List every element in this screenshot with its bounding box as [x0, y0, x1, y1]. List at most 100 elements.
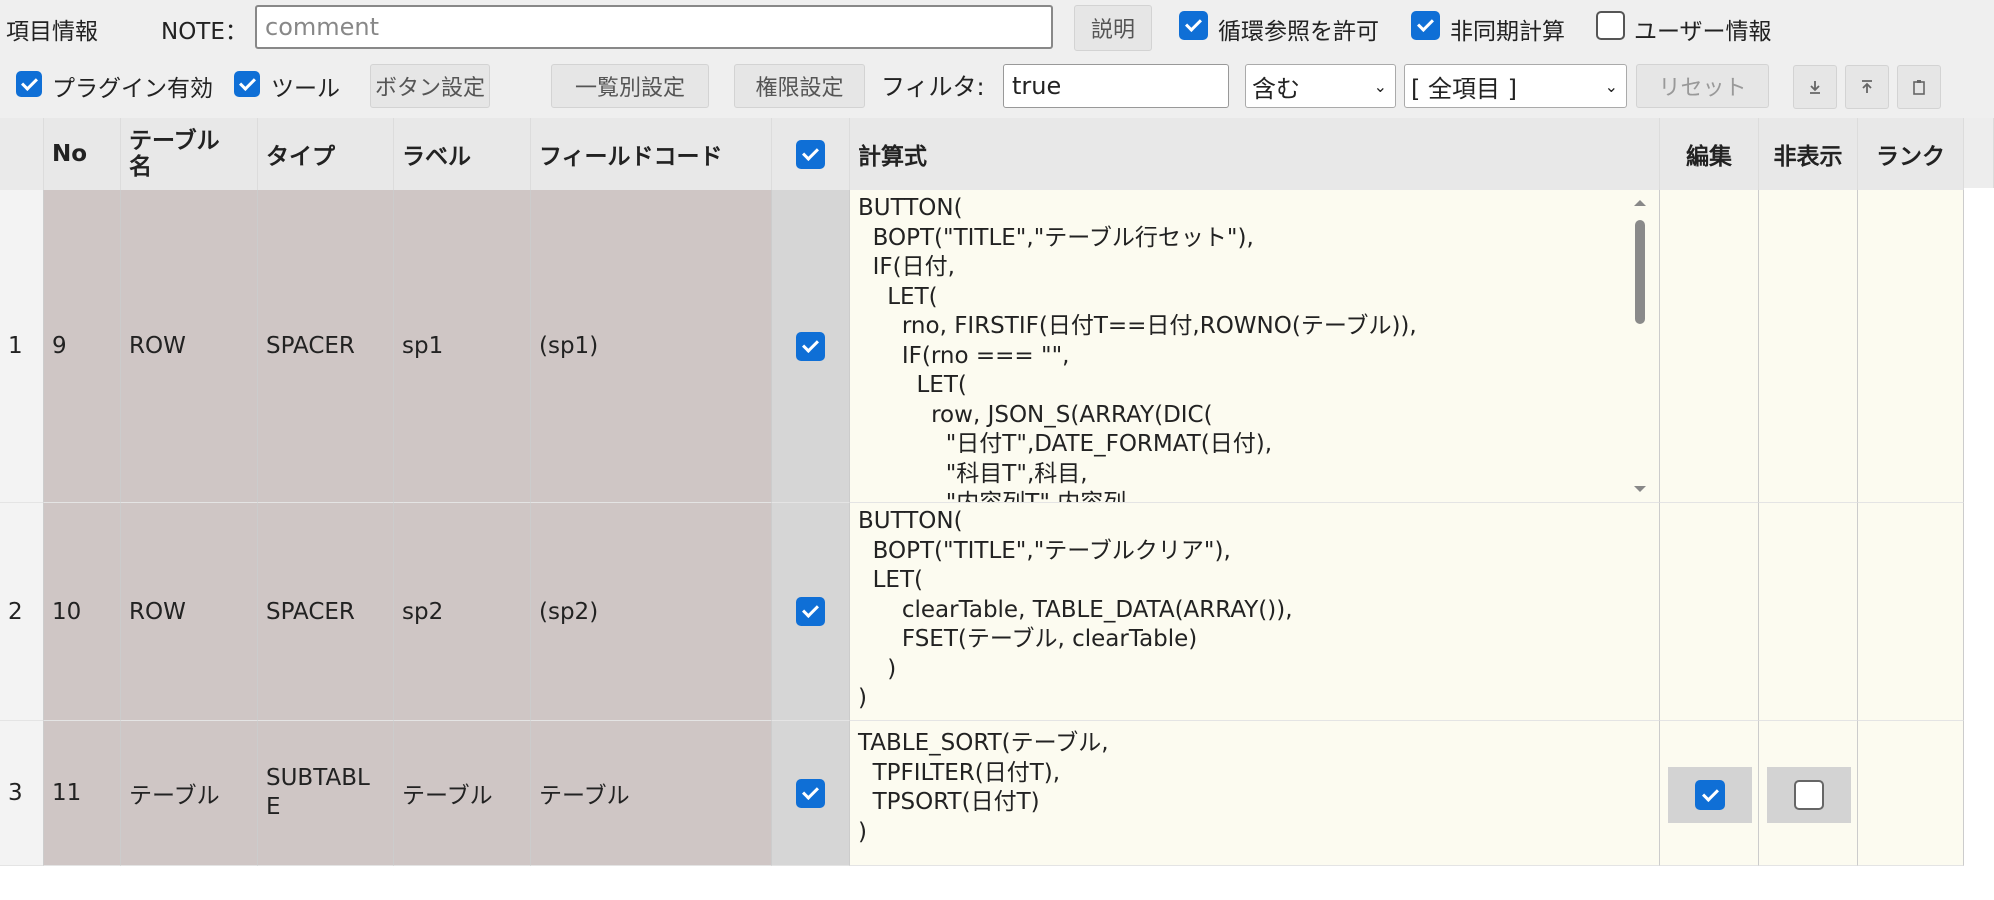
async-calc-label: 非同期計算 — [1450, 19, 1565, 45]
header-spacer — [1964, 118, 1994, 188]
formula-editor[interactable]: BUTTON( BOPT("TITLE","テーブル行セット"), IF(日付,… — [850, 190, 1660, 503]
explain-button-label: 説明 — [1090, 18, 1135, 43]
cell-table-name-value: ROW — [129, 598, 186, 625]
hidden-checkbox[interactable] — [1794, 780, 1824, 810]
cell-type-value: SPACER — [266, 598, 355, 625]
scrollbar-thumb[interactable] — [1635, 220, 1645, 324]
chevron-down-icon: ⌄ — [1373, 76, 1387, 96]
button-settings-button[interactable]: ボタン設定 — [370, 64, 490, 108]
async-calc-checkbox[interactable] — [1411, 11, 1440, 40]
header-type: タイプ — [258, 118, 394, 190]
cell-field-code-value: (sp1) — [539, 333, 599, 359]
cell-field-code: テーブル — [531, 721, 772, 866]
toolbar-top: 項目情報 NOTE： comment 説明 循環参照を許可 非同期計算 ユーザー… — [0, 0, 1994, 54]
formula-editor[interactable]: BUTTON( BOPT("TITLE","テーブルクリア"), LET( cl… — [850, 503, 1660, 721]
plugin-enabled-checkbox[interactable] — [16, 71, 42, 97]
cell-edit — [1660, 503, 1759, 721]
upload-button[interactable] — [1845, 65, 1889, 109]
header-hidden-label: 非表示 — [1773, 144, 1843, 170]
header-hidden: 非表示 — [1759, 118, 1858, 190]
header-table-name: テーブル 名 — [121, 118, 258, 190]
header-field-code: フィールドコード — [531, 118, 772, 190]
header-field-code-label: フィールドコード — [539, 144, 723, 170]
row-select-checkbox[interactable] — [796, 597, 825, 626]
filter-input[interactable]: true — [1003, 64, 1229, 108]
chevron-down-icon: ⌄ — [1604, 76, 1618, 96]
filter-label: フィルタ: — [881, 73, 985, 101]
cell-field-code-value: (sp2) — [539, 598, 599, 625]
filter-value: true — [1012, 72, 1062, 100]
upload-icon — [1862, 80, 1872, 93]
row-index: 3 — [0, 721, 44, 866]
row-index-label: 2 — [8, 598, 23, 625]
scope-select[interactable]: [ 全項目 ] ⌄ — [1404, 64, 1627, 108]
cell-table-name-value: テーブル — [129, 783, 220, 809]
cell-field-code: (sp1) — [531, 190, 772, 503]
header-label: ラベル — [394, 118, 531, 190]
cell-label-value: sp2 — [402, 598, 444, 625]
permission-settings-button[interactable]: 権限設定 — [734, 64, 865, 108]
note-placeholder: comment — [265, 13, 380, 41]
cell-table-name: ROW — [121, 190, 258, 503]
cell-hidden — [1759, 503, 1858, 721]
header-select-all — [772, 118, 850, 190]
header-no: No — [44, 118, 121, 190]
cell-label-value: sp1 — [402, 333, 444, 359]
select-all-checkbox[interactable] — [796, 139, 825, 169]
cell-table-name: ROW — [121, 503, 258, 721]
row-index-label: 3 — [8, 780, 23, 806]
allow-circular-checkbox[interactable] — [1179, 11, 1208, 40]
header-table-name-label: テーブル 名 — [129, 128, 220, 180]
cell-rank — [1858, 190, 1964, 503]
plugin-enabled-label: プラグイン有効 — [52, 76, 213, 102]
item-info-label: 項目情報 — [6, 19, 98, 45]
note-input[interactable]: comment — [255, 5, 1053, 49]
formula-editor[interactable]: TABLE_SORT(テーブル, TPFILTER(日付T), TPSORT(日… — [850, 721, 1660, 866]
cell-no-value: 10 — [52, 598, 82, 625]
cell-no: 9 — [44, 190, 121, 503]
cell-hidden — [1759, 721, 1858, 866]
cell-no: 11 — [44, 721, 121, 866]
header-index — [0, 118, 44, 190]
row-select-checkbox[interactable] — [796, 778, 825, 808]
cell-hidden — [1759, 190, 1858, 503]
scroll-down-icon — [1634, 486, 1646, 492]
list-settings-button[interactable]: 一覧別設定 — [551, 64, 709, 108]
reset-button-label: リセット — [1658, 76, 1747, 101]
explain-button[interactable]: 説明 — [1074, 5, 1152, 51]
cell-rank — [1858, 503, 1964, 721]
edit-checkbox[interactable] — [1695, 780, 1725, 810]
clipboard-button[interactable] — [1897, 65, 1941, 109]
reset-button[interactable]: リセット — [1636, 64, 1769, 108]
header-formula: 計算式 — [850, 118, 1660, 190]
note-label: NOTE： — [161, 19, 248, 45]
button-settings-label: ボタン設定 — [374, 76, 485, 101]
cell-type-value: SPACER — [266, 333, 355, 359]
cell-type: SPACER — [258, 190, 394, 503]
header-rank-label: ランク — [1876, 144, 1945, 170]
cell-select — [772, 503, 850, 721]
cell-select — [772, 190, 850, 503]
header-edit: 編集 — [1660, 118, 1759, 190]
scroll-up-icon — [1634, 200, 1646, 206]
formula-scrollbar[interactable] — [1630, 196, 1650, 496]
match-select[interactable]: 含む ⌄ — [1245, 64, 1396, 108]
header-type-label: タイプ — [266, 144, 335, 170]
list-settings-label: 一覧別設定 — [574, 76, 685, 101]
user-info-checkbox[interactable] — [1596, 11, 1625, 40]
cell-field-code-value: テーブル — [539, 783, 630, 809]
cell-label: sp2 — [394, 503, 531, 721]
download-button[interactable] — [1793, 65, 1837, 109]
row-index-label: 1 — [8, 333, 23, 359]
cell-rank — [1858, 721, 1964, 866]
row-select-checkbox[interactable] — [796, 331, 825, 361]
tools-checkbox[interactable] — [234, 71, 260, 97]
cell-type: SUBTABL E — [258, 721, 394, 866]
header-edit-label: 編集 — [1686, 144, 1732, 170]
scope-select-value: [ 全項目 ] — [1411, 74, 1517, 103]
download-icon — [1810, 81, 1820, 94]
permission-settings-label: 権限設定 — [755, 76, 844, 101]
row-index: 1 — [0, 190, 44, 503]
cell-no-value: 11 — [52, 780, 82, 806]
cell-type-value: SUBTABL E — [266, 765, 370, 820]
